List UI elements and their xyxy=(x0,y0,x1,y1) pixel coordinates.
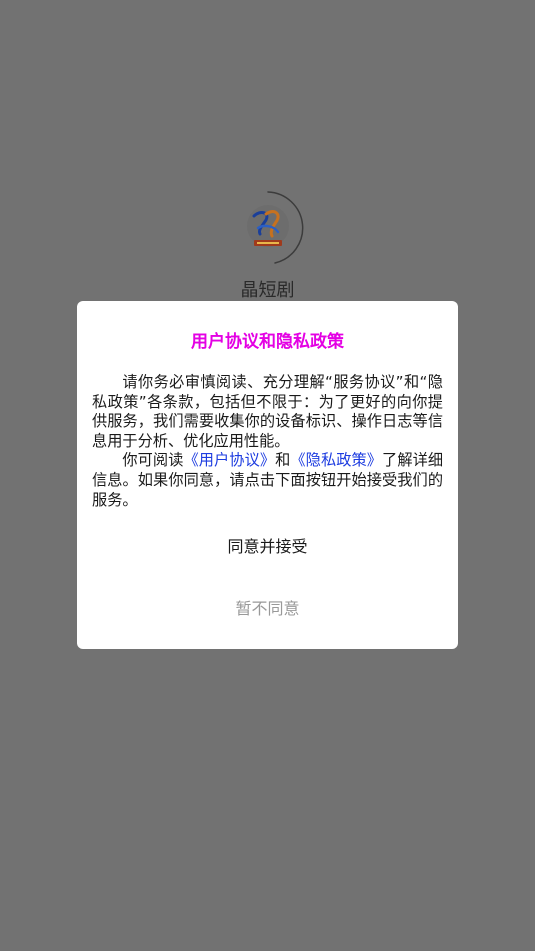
dialog-paragraph-1: 请你务必审慎阅读、充分理解“服务协议”和“隐私政策”各条款，包括但不限于：为了更… xyxy=(92,373,443,450)
dialog-paragraph-2: 你可阅读《用户协议》和《隐私政策》了解详细信息。如果你同意，请点击下面按钮开始接… xyxy=(92,451,443,510)
privacy-dialog: 用户协议和隐私政策 请你务必审慎阅读、充分理解“服务协议”和“隐私政策”各条款，… xyxy=(77,301,458,649)
privacy-policy-link[interactable]: 《隐私政策》 xyxy=(290,451,382,469)
paragraph2-and: 和 xyxy=(275,451,291,470)
app-name: 晶短剧 xyxy=(240,280,295,301)
disagree-button[interactable]: 暂不同意 xyxy=(77,591,458,627)
app-logo-icon xyxy=(247,205,289,247)
agree-button[interactable]: 同意并接受 xyxy=(77,529,458,565)
dialog-title: 用户协议和隐私政策 xyxy=(191,332,344,352)
user-agreement-link[interactable]: 《用户协议》 xyxy=(183,451,275,469)
app-logo xyxy=(230,190,306,266)
paragraph2-prefix: 你可阅读 xyxy=(122,451,184,470)
dialog-body: 请你务必审慎阅读、充分理解“服务协议”和“隐私政策”各条款，包括但不限于：为了更… xyxy=(92,373,443,510)
